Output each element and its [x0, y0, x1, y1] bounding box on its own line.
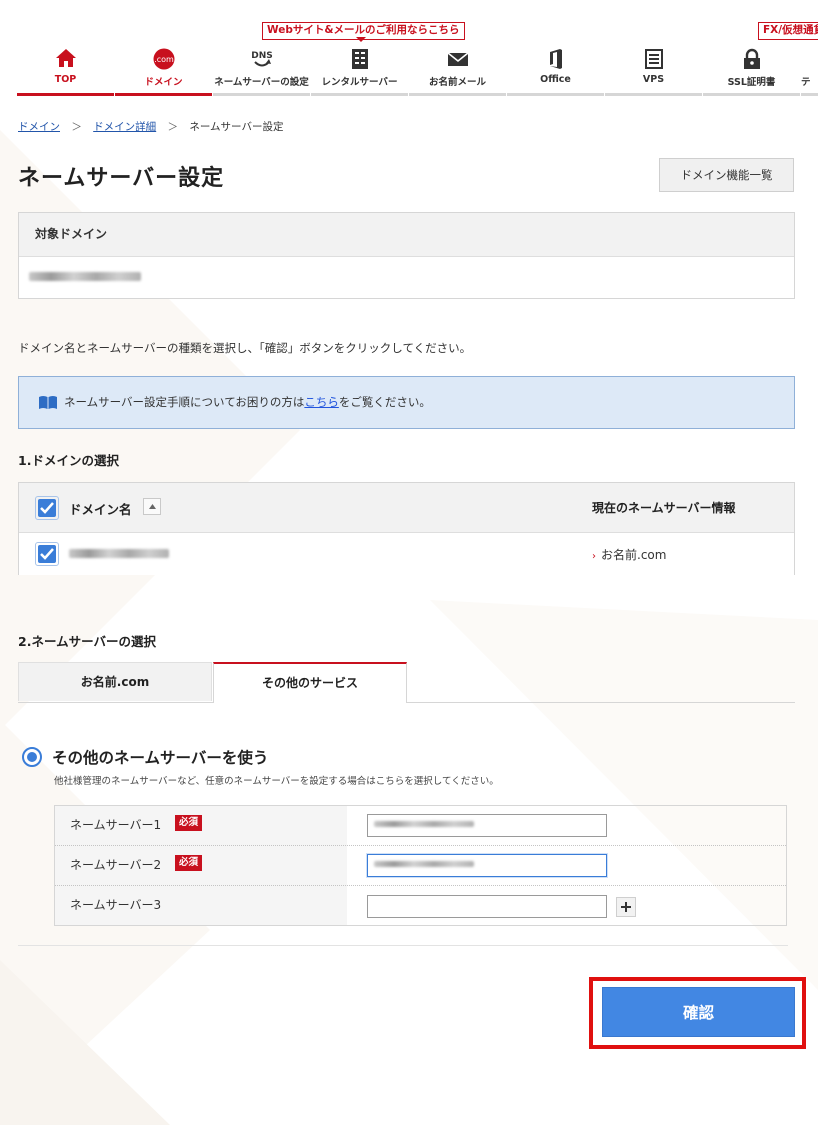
- nav-underline: [605, 93, 702, 96]
- domain-feature-list-button[interactable]: ドメイン機能一覧: [659, 158, 794, 192]
- top-navigation: TOP .com ドメイン DNS ネームサーバーの設定 レンタルサーバー お名…: [17, 44, 818, 96]
- page-title: ネームサーバー設定: [18, 166, 225, 191]
- select-all-checkbox[interactable]: [35, 496, 59, 520]
- section-heading-nameserver-select: 2.ネームサーバーの選択: [18, 634, 156, 649]
- nameserver-row: ネームサーバー1 必須: [55, 806, 786, 846]
- nav-underline-active: [115, 93, 212, 96]
- promo-pointer: [356, 37, 366, 42]
- nav-item-more[interactable]: テ: [801, 44, 818, 93]
- instruction-text: ドメイン名とネームサーバーの種類を選択し、「確認」ボタンをクリックしてください。: [18, 341, 472, 355]
- divider: [18, 945, 788, 946]
- dotcom-text: .com: [154, 55, 174, 64]
- nav-underline: [311, 93, 408, 96]
- target-domain-header: 対象ドメイン: [19, 213, 794, 257]
- checkmark-icon: [40, 502, 54, 514]
- nameserver-1-input[interactable]: [367, 814, 607, 837]
- redacted-domain-name: [69, 549, 169, 558]
- domain-name-column-header: ドメイン名: [69, 502, 132, 517]
- nav-item-domain[interactable]: .com ドメイン: [115, 44, 212, 93]
- vps-icon: [644, 49, 663, 69]
- server-icon: [351, 49, 368, 69]
- checkmark-icon: [40, 548, 54, 560]
- nameserver-2-label: ネームサーバー2: [70, 858, 162, 872]
- breadcrumb-link-domain[interactable]: ドメイン: [18, 121, 60, 133]
- nav-item-onamae-mail[interactable]: お名前メール: [409, 44, 506, 93]
- nav-item-nameserver[interactable]: DNS ネームサーバーの設定: [213, 44, 310, 93]
- nameserver-row: ネームサーバー2 必須: [55, 846, 786, 886]
- breadcrumb-link-domain-detail[interactable]: ドメイン詳細: [93, 121, 156, 133]
- nameserver-tabs: お名前.com その他のサービス: [18, 662, 795, 703]
- nav-item-top[interactable]: TOP: [17, 44, 114, 93]
- breadcrumb: ドメイン ＞ ドメイン詳細 ＞ ネームサーバー設定: [18, 119, 283, 134]
- redacted-input-value: [374, 821, 474, 827]
- home-icon: [55, 49, 76, 67]
- section-heading-domain-select: 1.ドメインの選択: [18, 453, 119, 468]
- required-badge: 必須: [175, 815, 203, 831]
- current-nameserver-text: お名前.com: [601, 548, 667, 562]
- nav-label-truncated: テ: [801, 77, 811, 88]
- help-guide-link[interactable]: こちら: [304, 395, 339, 409]
- lock-icon: [743, 48, 760, 69]
- nav-item-rental-server[interactable]: レンタルサーバー: [311, 44, 408, 93]
- tab-onamae[interactable]: お名前.com: [18, 662, 212, 701]
- nameserver-form: ネームサーバー1 必須 ネームサーバー2 必須 ネームサーバー3: [54, 805, 787, 926]
- breadcrumb-separator: ＞: [71, 121, 82, 133]
- office-icon: [549, 49, 562, 69]
- chevron-right-icon: ›: [592, 551, 596, 562]
- use-other-nameserver-radio[interactable]: [22, 747, 42, 767]
- fx-promo-link[interactable]: FX/仮想通貨: [758, 22, 818, 40]
- nameserver-row: ネームサーバー3: [55, 886, 786, 925]
- nameserver-3-input[interactable]: [367, 895, 607, 918]
- sort-button[interactable]: [143, 498, 161, 515]
- domain-row-checkbox[interactable]: [35, 542, 59, 566]
- breadcrumb-current: ネームサーバー設定: [189, 121, 284, 133]
- dns-icon: DNS: [251, 51, 273, 67]
- target-domain-panel: 対象ドメイン: [18, 212, 795, 299]
- table-row: › お名前.com: [19, 533, 794, 575]
- help-info-box: ネームサーバー設定手順についてお困りの方はこちらをご覧ください。: [18, 376, 795, 429]
- breadcrumb-separator: ＞: [167, 121, 179, 133]
- nav-underline: [17, 93, 114, 96]
- nav-item-ssl[interactable]: SSL証明書: [703, 44, 800, 93]
- help-info-text: ネームサーバー設定手順についてお困りの方はこちらをご覧ください。: [64, 394, 431, 410]
- nav-underline: [703, 93, 800, 96]
- tab-other-service[interactable]: その他のサービス: [213, 662, 407, 703]
- domain-table-header: ドメイン名 現在のネームサーバー情報: [19, 483, 794, 533]
- nav-underline: [801, 93, 818, 96]
- required-badge: 必須: [175, 855, 203, 871]
- other-nameserver-option-description: 他社様管理のネームサーバーなど、任意のネームサーバーを設定する場合はこちらを選択…: [54, 776, 499, 787]
- other-nameserver-option-title[interactable]: その他のネームサーバーを使う: [52, 746, 268, 768]
- dotcom-icon: .com: [153, 48, 174, 70]
- nameserver-1-label: ネームサーバー1: [70, 818, 162, 832]
- confirm-button[interactable]: 確認: [602, 987, 795, 1037]
- mail-icon: [447, 52, 468, 66]
- current-nameserver-column-header: 現在のネームサーバー情報: [592, 501, 736, 515]
- dns-text: DNS: [251, 51, 273, 61]
- nav-underline: [213, 93, 310, 96]
- nav-label: SSL証明書: [727, 77, 776, 88]
- help-text-before: ネームサーバー設定手順についてお困りの方は: [64, 395, 305, 409]
- redacted-domain-name: [29, 272, 141, 281]
- sort-up-icon: [149, 504, 156, 509]
- nav-underline: [409, 93, 506, 96]
- add-nameserver-button[interactable]: [616, 897, 636, 917]
- nav-item-office[interactable]: Office: [507, 44, 604, 93]
- nav-underline: [507, 93, 604, 96]
- nameserver-3-label: ネームサーバー3: [70, 898, 162, 912]
- book-icon: [39, 396, 57, 409]
- nav-item-vps[interactable]: VPS: [605, 44, 702, 93]
- nameserver-2-input[interactable]: [367, 854, 607, 877]
- redacted-input-value: [374, 861, 474, 867]
- current-nameserver-link[interactable]: › お名前.com: [592, 546, 666, 563]
- help-text-after: をご覧ください。: [338, 395, 431, 409]
- domain-table: ドメイン名 現在のネームサーバー情報 › お名前.com: [18, 482, 795, 575]
